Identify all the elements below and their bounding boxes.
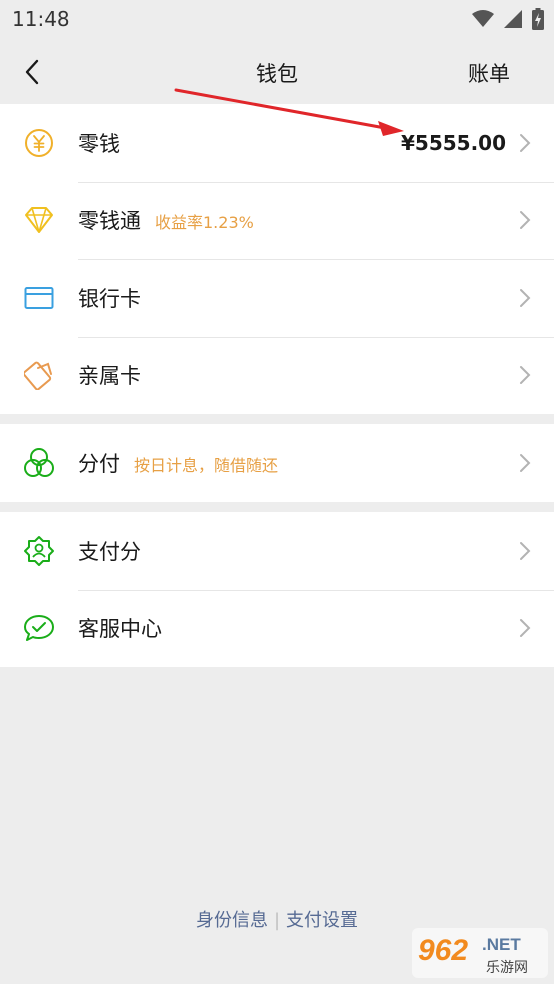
- chevron-right-icon: [520, 453, 531, 472]
- credit-group: 分付 按日计息，随借随还: [0, 424, 554, 502]
- chat-check-icon: [22, 611, 56, 645]
- list-item-label: 分付 按日计息，随借随还: [78, 448, 278, 478]
- list-item-label: 银行卡: [78, 283, 141, 313]
- battery-icon: [532, 8, 544, 30]
- wifi-icon: [472, 10, 494, 27]
- list-item-lingqiantong[interactable]: 零钱通 收益率1.23%: [0, 181, 554, 260]
- family-card-label: 亲属卡: [78, 364, 141, 389]
- list-item-change[interactable]: 零钱 ¥5555.00: [0, 104, 554, 182]
- fenfu-circles-icon: [22, 446, 56, 480]
- change-balance: ¥5555.00: [400, 130, 506, 155]
- footer-separator: |: [273, 910, 281, 931]
- pay-settings-link[interactable]: 支付设置: [286, 910, 358, 931]
- watermark-suffix: .NET: [482, 935, 521, 954]
- bill-button[interactable]: 账单: [468, 58, 510, 88]
- watermark-brand: 962: [418, 934, 468, 967]
- list-item-label: 支付分: [78, 536, 141, 566]
- chevron-right-icon: [520, 133, 531, 152]
- chevron-right-icon: [520, 288, 531, 307]
- customer-service-label: 客服中心: [78, 617, 162, 642]
- yield-rate-text: 收益率1.23%: [155, 213, 254, 233]
- bank-card-icon: [22, 281, 56, 315]
- list-item-fenfu[interactable]: 分付 按日计息，随借随还: [0, 424, 554, 502]
- list-item-label: 客服中心: [78, 613, 162, 643]
- list-item-family-card[interactable]: 亲属卡: [0, 336, 554, 415]
- list-item-label: 零钱通 收益率1.23%: [78, 205, 254, 235]
- pay-score-label: 支付分: [78, 539, 141, 564]
- bank-card-label: 银行卡: [78, 286, 141, 311]
- status-time: 11:48: [12, 7, 70, 31]
- chevron-right-icon: [520, 211, 531, 230]
- yuan-coin-icon: [22, 126, 56, 160]
- pay-score-badge-icon: [22, 534, 56, 568]
- nav-bar: 钱包 账单: [0, 40, 554, 104]
- watermark-sub: 乐游网: [486, 960, 528, 976]
- diamond-icon: [22, 203, 56, 237]
- lingqiantong-label: 零钱通: [78, 209, 141, 234]
- family-card-icon: [22, 358, 56, 392]
- chevron-right-icon: [520, 541, 531, 560]
- status-icons: [472, 8, 544, 30]
- change-label: 零钱: [78, 131, 120, 156]
- list-item-pay-score[interactable]: 支付分: [0, 512, 554, 590]
- list-item-bank-card[interactable]: 银行卡: [0, 259, 554, 337]
- wallet-main-group: 零钱 ¥5555.00 零钱通 收益率1.23% 银行卡 亲属卡: [0, 104, 554, 414]
- watermark-logo: 962 .NET 乐游网: [412, 928, 548, 978]
- signal-icon: [504, 10, 522, 28]
- fenfu-subtitle: 按日计息，随借随还: [134, 455, 279, 475]
- chevron-right-icon: [520, 366, 531, 385]
- list-item-label: 亲属卡: [78, 360, 141, 390]
- status-bar: 11:48: [0, 0, 554, 40]
- list-item-customer-service[interactable]: 客服中心: [0, 589, 554, 668]
- identity-info-link[interactable]: 身份信息: [196, 910, 268, 931]
- list-item-label: 零钱: [78, 128, 120, 158]
- service-group: 支付分 客服中心: [0, 512, 554, 667]
- fenfu-label: 分付: [78, 451, 120, 476]
- chevron-right-icon: [520, 619, 531, 638]
